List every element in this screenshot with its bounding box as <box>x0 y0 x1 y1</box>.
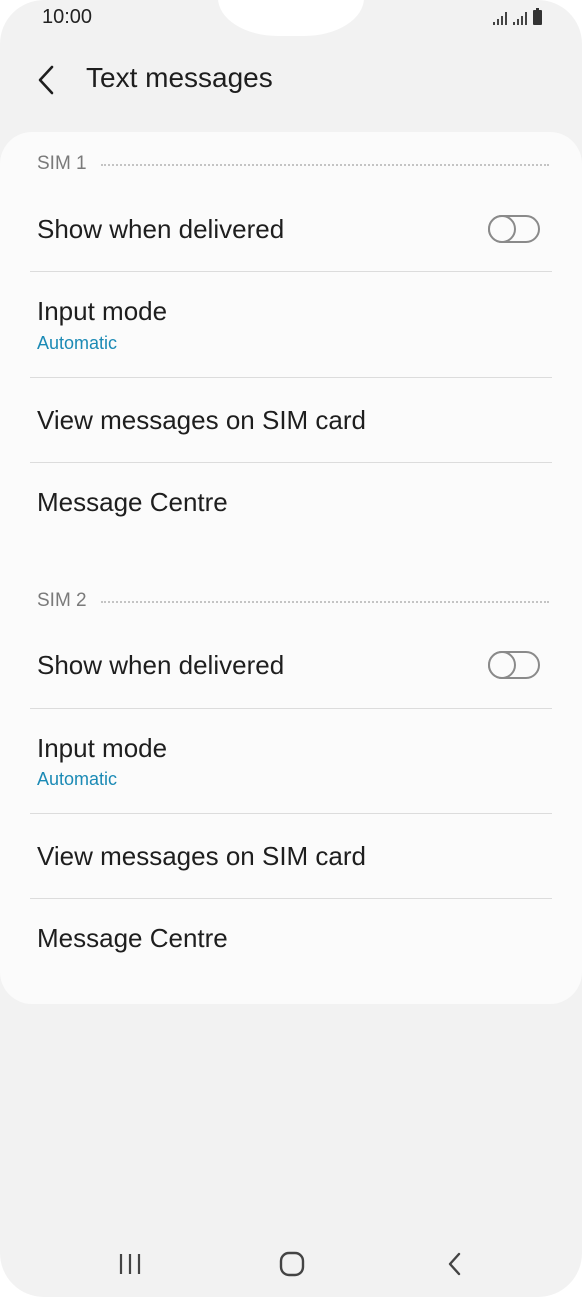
sim1-section-header: SIM 1 <box>37 152 549 176</box>
back-icon[interactable] <box>430 1244 480 1284</box>
sim2-show-delivered-label: Show when delivered <box>37 650 285 680</box>
sim1-show-delivered-toggle[interactable] <box>488 215 540 243</box>
camera-notch <box>218 0 364 36</box>
phone-screen: 10:00 Text messages SIM 1 Show when deli… <box>0 0 582 1297</box>
recent-apps-icon[interactable] <box>105 1244 155 1284</box>
sim2-input-mode-value: Automatic <box>37 769 118 789</box>
home-icon[interactable] <box>267 1244 317 1284</box>
sim2-input-mode-row[interactable]: Input mode Automatic <box>30 709 552 814</box>
status-icons <box>493 8 542 25</box>
sim1-message-centre-label: Message Centre <box>37 487 228 517</box>
section-divider-dots <box>100 164 549 166</box>
settings-card: SIM 1 Show when delivered Input mode Aut… <box>0 132 582 1004</box>
toggle-knob <box>488 651 516 679</box>
toggle-knob <box>488 215 516 243</box>
sim1-show-delivered-label: Show when delivered <box>37 214 285 244</box>
sim1-signal-icon <box>493 11 507 25</box>
sim1-input-mode-value: Automatic <box>37 333 118 353</box>
sim2-section-label: SIM 2 <box>37 590 87 611</box>
status-time: 10:00 <box>42 6 93 28</box>
navigation-bar <box>0 1230 582 1294</box>
sim1-view-messages-row[interactable]: View messages on SIM card <box>30 378 552 463</box>
sim1-message-centre-row[interactable]: Message Centre <box>30 463 552 543</box>
sim1-input-mode-row[interactable]: Input mode Automatic <box>30 272 552 378</box>
sim1-input-mode-label: Input mode <box>37 296 168 326</box>
sim2-view-messages-label: View messages on SIM card <box>37 841 366 871</box>
sim2-view-messages-row[interactable]: View messages on SIM card <box>30 814 552 899</box>
sim2-show-delivered-row[interactable]: Show when delivered <box>30 632 552 708</box>
sim2-message-centre-label: Message Centre <box>37 923 228 953</box>
sim2-message-centre-row[interactable]: Message Centre <box>30 899 552 979</box>
chevron-left-icon[interactable] <box>34 64 62 96</box>
sim2-section-header: SIM 2 <box>37 589 549 613</box>
sim1-view-messages-label: View messages on SIM card <box>37 405 366 435</box>
sim2-signal-icon <box>513 11 527 25</box>
sim1-show-delivered-row[interactable]: Show when delivered <box>30 196 552 272</box>
sim1-section-label: SIM 1 <box>37 153 87 174</box>
page-title: Text messages <box>86 62 273 93</box>
sim2-input-mode-label: Input mode <box>37 733 168 763</box>
section-divider-dots <box>100 601 549 603</box>
battery-icon <box>533 8 542 25</box>
sim2-show-delivered-toggle[interactable] <box>488 651 540 679</box>
app-header: Text messages <box>0 52 582 108</box>
